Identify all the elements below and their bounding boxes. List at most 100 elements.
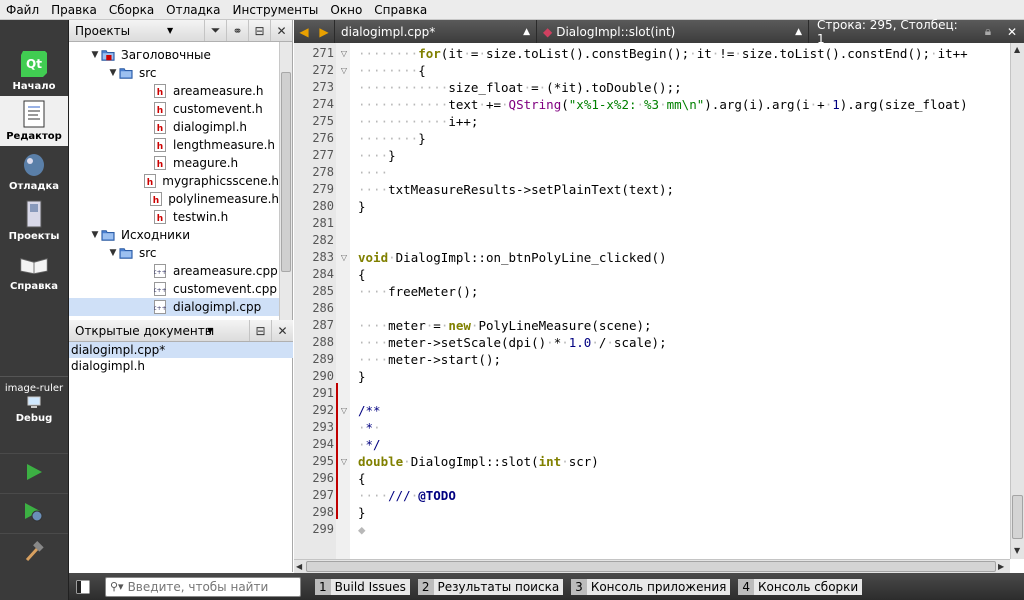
tree-item-label: mygraphicsscene.h (162, 174, 279, 188)
chevron-down-icon: ▲ (523, 26, 530, 37)
fold-toggle-icon[interactable]: ▽ (338, 453, 350, 470)
expand-arrow-icon[interactable]: ▼ (107, 68, 119, 78)
mode-editor[interactable]: Редактор (0, 96, 68, 146)
menu-item[interactable]: Инструменты (227, 0, 325, 20)
link-icon[interactable]: ⚭ (226, 20, 248, 41)
symbol-name: DialogImpl::slot(int) (556, 24, 676, 39)
tree-item[interactable]: h lengthmeasure.h (69, 136, 279, 154)
fold-toggle-icon[interactable]: ▽ (338, 62, 350, 79)
tree-scrollbar[interactable] (279, 42, 292, 338)
fold-margin[interactable]: ▽ ▽ ▽ ▽ ▽ (336, 43, 350, 559)
menu-item[interactable]: Файл (0, 0, 45, 20)
close-icon[interactable]: ✕ (270, 20, 292, 41)
scrollbar-thumb[interactable] (1012, 495, 1023, 539)
help-book-icon (19, 249, 49, 279)
mode-projects[interactable]: Проекты (0, 196, 68, 246)
mode-welcome[interactable]: Qt Начало (0, 46, 68, 96)
mode-label: Проекты (8, 231, 60, 242)
forward-arrow-icon[interactable]: ▶ (314, 25, 334, 39)
code-line: ····meter->start(); (358, 352, 501, 367)
header-file-icon: h (153, 84, 167, 98)
output-tab[interactable]: 1 Build Issues (315, 578, 410, 596)
svg-text:h: h (157, 214, 163, 224)
scroll-right-icon[interactable]: ▶ (998, 562, 1004, 571)
line-number: 286 (312, 301, 334, 315)
toggle-sidebar-button[interactable] (69, 573, 97, 600)
tree-item[interactable]: ▼ Заголовочные (69, 46, 279, 64)
output-tab-number: 1 (315, 578, 331, 595)
open-document-item[interactable]: dialogimpl.h (69, 358, 293, 374)
expand-arrow-icon[interactable]: ▼ (89, 50, 101, 60)
editor-horizontal-scrollbar[interactable]: ◀ ▶ (294, 559, 1010, 573)
menu-item[interactable]: Отладка (160, 0, 226, 20)
back-arrow-icon[interactable]: ◀ (294, 25, 314, 39)
close-icon[interactable]: ✕ (1000, 25, 1024, 39)
output-tab[interactable]: 4 Консоль сборки (738, 578, 863, 596)
debug-run-button[interactable] (0, 493, 68, 533)
output-tab[interactable]: 3 Консоль приложения (571, 578, 731, 596)
tree-item[interactable]: ▼ Исходники (69, 226, 279, 244)
fold-toggle-icon[interactable]: ▽ (338, 45, 350, 62)
run-button[interactable] (0, 453, 68, 493)
menu-item[interactable]: Окно (324, 0, 368, 20)
svg-text:Qt: Qt (26, 57, 42, 71)
tree-item[interactable]: h testwin.h (69, 208, 279, 226)
svg-text:h: h (147, 178, 153, 188)
scrollbar-thumb[interactable] (281, 72, 291, 272)
menu-item[interactable]: Справка (368, 0, 433, 20)
tree-item[interactable]: ▼ src (69, 64, 279, 82)
split-icon[interactable]: ⊟ (248, 20, 270, 41)
tree-item[interactable]: ▼ src (69, 244, 279, 262)
expand-arrow-icon[interactable]: ▼ (89, 230, 101, 240)
symbol-selector[interactable]: ◆ DialogImpl::slot(int) ▲ (536, 20, 808, 43)
line-number: 288 (312, 335, 334, 349)
sidebar-toggle-icon (76, 580, 90, 593)
line-number: 282 (312, 233, 334, 247)
hammer-icon (23, 541, 45, 566)
bottom-bar: ⚲▾ 1Build Issues 2Результаты поиска 3Консо… (69, 573, 1024, 600)
tree-item[interactable]: h areameasure.h (69, 82, 279, 100)
split-icon[interactable]: ⊟ (249, 320, 271, 341)
code-editor[interactable]: 271 272 273 274 275 276 277 278 279 280 281 282 283 2… (294, 43, 1024, 559)
tree-item[interactable]: h customevent.h (69, 100, 279, 118)
menu-item[interactable]: Правка (45, 0, 103, 20)
build-button[interactable] (0, 533, 68, 573)
tree-item[interactable]: c++ areameasure.cpp (69, 262, 279, 280)
scroll-up-icon[interactable]: ▲ (1014, 45, 1020, 54)
tree-item-label: src (139, 66, 157, 80)
line-number: 277 (312, 148, 334, 162)
open-document-item[interactable]: dialogimpl.cpp* (69, 342, 293, 358)
code-line: } (358, 199, 366, 214)
expand-arrow-icon[interactable]: ▼ (107, 248, 119, 258)
tree-item[interactable]: h mygraphicsscene.h (69, 172, 279, 190)
locator-input[interactable] (127, 579, 298, 594)
tree-item[interactable]: c++ customevent.cpp (69, 280, 279, 298)
locator[interactable]: ⚲▾ (105, 576, 301, 597)
chevron-down-icon[interactable]: ▼ (167, 26, 173, 35)
scroll-down-icon[interactable]: ▼ (1014, 546, 1020, 555)
tree-item[interactable]: h polylinemeasure.h (69, 190, 279, 208)
header-file-icon: h (153, 120, 167, 134)
document-selector[interactable]: dialogimpl.cpp* ▲ (334, 20, 536, 43)
chevron-down-icon[interactable]: ▼ (207, 326, 213, 335)
filter-icon[interactable]: ⏷ (204, 20, 226, 41)
build-target-selector[interactable]: image-ruler Debug (0, 376, 68, 458)
fold-toggle-icon[interactable]: ▽ (338, 249, 350, 266)
close-icon[interactable]: ✕ (271, 320, 293, 341)
scrollbar-thumb[interactable] (306, 561, 996, 572)
line-number: 297 (312, 488, 334, 502)
line-number: 289 (312, 352, 334, 366)
output-tab-label: Консоль приложения (586, 578, 731, 595)
editor-vertical-scrollbar[interactable]: ▲ ▼ (1010, 43, 1024, 559)
mode-debug[interactable]: Отладка (0, 146, 68, 196)
output-tabs: 1 Build Issues 2 Результаты поиска 3 Консоль … (307, 578, 863, 596)
tree-item[interactable]: h meagure.h (69, 154, 279, 172)
mode-help[interactable]: Справка (0, 246, 68, 296)
scroll-left-icon[interactable]: ◀ (296, 562, 302, 571)
menu-item[interactable]: Сборка (103, 0, 160, 20)
tree-item[interactable]: h dialogimpl.h (69, 118, 279, 136)
monitor-icon (27, 396, 41, 411)
output-tab[interactable]: 2 Результаты поиска (417, 578, 564, 596)
tree-item[interactable]: c++ dialogimpl.cpp (69, 298, 279, 316)
fold-toggle-icon[interactable]: ▽ (338, 402, 350, 419)
